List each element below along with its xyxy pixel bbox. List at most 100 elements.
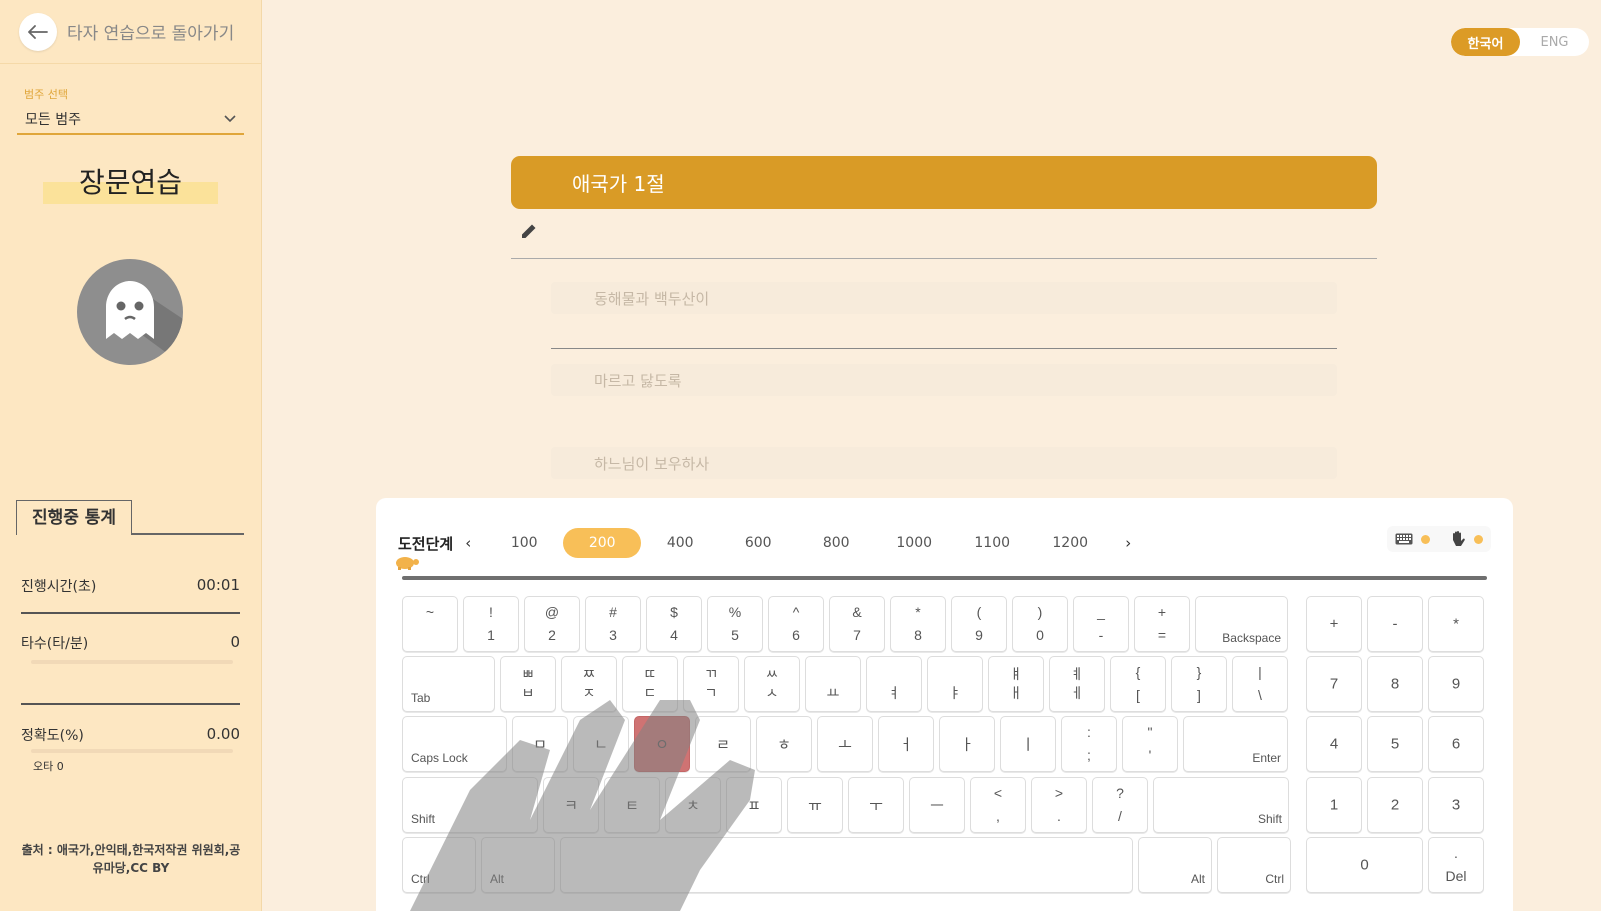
hand-toggle-dot[interactable] xyxy=(1474,534,1483,544)
key-space[interactable] xyxy=(560,837,1133,893)
key-home-3[interactable]: ㄹ xyxy=(695,716,751,772)
key-home-5[interactable]: ㅗ xyxy=(817,716,873,772)
source-text: 출처 : 애국가,안익태,한국저작권 위원회,공유마당,CC BY xyxy=(21,843,241,875)
key-ctrl-right[interactable]: Ctrl xyxy=(1217,837,1291,893)
key-alt-left[interactable]: Alt xyxy=(481,837,555,893)
numpad-key-7[interactable]: 5 xyxy=(1367,716,1423,772)
key-num-9[interactable]: (9 xyxy=(951,596,1007,652)
key-backspace[interactable]: Backspace xyxy=(1195,596,1288,652)
key-home-1[interactable]: ㄴ xyxy=(573,716,629,772)
key-top-2[interactable]: ㄸㄷ xyxy=(622,656,678,712)
numpad-key-10[interactable]: 2 xyxy=(1367,777,1423,833)
key-num-5[interactable]: % 5 xyxy=(707,596,763,652)
key-bottom-1[interactable]: ㅌ xyxy=(604,777,660,833)
numpad-key-2[interactable]: * xyxy=(1428,596,1484,652)
numpad-key-11[interactable]: 3 xyxy=(1428,777,1484,833)
key-ctrl-left[interactable]: Ctrl xyxy=(402,837,476,893)
key-home-punct-0[interactable]: :; xyxy=(1061,716,1117,772)
key-top-9[interactable]: ㅖㅔ xyxy=(1049,656,1105,712)
key-num-11[interactable]: _ - xyxy=(1073,596,1129,652)
key-top-11[interactable]: }] xyxy=(1171,656,1227,712)
key-shift-right[interactable]: Shift xyxy=(1153,777,1289,833)
key-home-2[interactable]: ㅇ xyxy=(634,716,690,772)
level-200[interactable]: 200 xyxy=(563,528,642,558)
ghost-icon xyxy=(106,281,183,365)
level-600[interactable]: 600 xyxy=(719,528,797,558)
numpad-key-6[interactable]: 4 xyxy=(1306,716,1362,772)
key-num-4[interactable]: $4 xyxy=(646,596,702,652)
back-button[interactable] xyxy=(19,12,57,51)
key-home-4[interactable]: ㅎ xyxy=(756,716,812,772)
mode-title: 장문연습 xyxy=(43,162,218,204)
numpad-key-0[interactable]: + xyxy=(1306,596,1362,652)
chevron-right-icon[interactable]: › xyxy=(1125,534,1131,552)
level-1000[interactable]: 1000 xyxy=(875,528,953,558)
numpad-key-5[interactable]: 9 xyxy=(1428,656,1484,712)
lang-english[interactable]: ENG xyxy=(1520,28,1589,56)
key-num-3[interactable]: #3 xyxy=(585,596,641,652)
key-top-10[interactable]: {[ xyxy=(1110,656,1166,712)
key-bottom-0[interactable]: ㅋ xyxy=(543,777,599,833)
key-num-8[interactable]: * 8 xyxy=(890,596,946,652)
level-1200[interactable]: 1200 xyxy=(1031,528,1109,558)
level-100[interactable]: 100 xyxy=(485,528,563,558)
numpad-key-4[interactable]: 8 xyxy=(1367,656,1423,712)
key-home-punct-1[interactable]: " ' xyxy=(1122,716,1178,772)
keyboard-icon[interactable] xyxy=(1395,533,1413,545)
key-num-7[interactable]: & 7 xyxy=(829,596,885,652)
key-top-4[interactable]: ㅆㅅ xyxy=(744,656,800,712)
key-home-8[interactable]: ㅣ xyxy=(1000,716,1056,772)
key-top-0[interactable]: ㅃㅂ xyxy=(500,656,556,712)
key-enter[interactable]: Enter xyxy=(1183,716,1288,772)
key-num-0[interactable]: ~ xyxy=(402,596,458,652)
keyboard-toggle-dot[interactable] xyxy=(1421,534,1430,544)
stat-accuracy: 정확도(%) 0.00 xyxy=(21,725,240,745)
key-top-8[interactable]: ㅒㅐ xyxy=(988,656,1044,712)
key-num-1[interactable]: ! 1 xyxy=(463,596,519,652)
level-1100[interactable]: 1100 xyxy=(953,528,1031,558)
key-top-5[interactable]: ㅛ xyxy=(805,656,861,712)
key-bottom-5[interactable]: ㅜ xyxy=(848,777,904,833)
key-top-3[interactable]: ㄲㄱ xyxy=(683,656,739,712)
key-tab[interactable]: Tab xyxy=(402,656,495,712)
key-home-7[interactable]: ㅏ xyxy=(939,716,995,772)
lang-korean[interactable]: 한국어 xyxy=(1451,28,1520,56)
key-home-6[interactable]: ㅓ xyxy=(878,716,934,772)
key-num-2[interactable]: @2 xyxy=(524,596,580,652)
back-row[interactable]: 타자 연습으로 돌아가기 xyxy=(0,0,261,64)
level-800[interactable]: 800 xyxy=(797,528,875,558)
key-top-6[interactable]: ㅕ xyxy=(866,656,922,712)
key-bottom-punct-2[interactable]: ? / xyxy=(1092,777,1148,833)
numpad-key-del[interactable]: . Del xyxy=(1428,837,1484,893)
key-top-7[interactable]: ㅑ xyxy=(927,656,983,712)
key-caps-lock[interactable]: Caps Lock xyxy=(402,716,507,772)
numpad-key-9[interactable]: 1 xyxy=(1306,777,1362,833)
key-home-0[interactable]: ㅁ xyxy=(512,716,568,772)
chevron-left-icon[interactable]: ‹ xyxy=(465,534,471,552)
key-bottom-4[interactable]: ㅠ xyxy=(787,777,843,833)
language-toggle[interactable]: 한국어 ENG xyxy=(1451,28,1589,56)
numpad-key-3[interactable]: 7 xyxy=(1306,656,1362,712)
level-400[interactable]: 400 xyxy=(641,528,719,558)
typing-input-line[interactable] xyxy=(511,258,1377,259)
hand-icon[interactable] xyxy=(1450,530,1466,548)
category-select[interactable]: 모든 범주 xyxy=(17,104,244,135)
key-top-1[interactable]: ㅉㅈ xyxy=(561,656,617,712)
time-value: 00:01 xyxy=(196,576,240,594)
key-bottom-punct-0[interactable]: <, xyxy=(970,777,1026,833)
numpad-key-8[interactable]: 6 xyxy=(1428,716,1484,772)
key-num-12[interactable]: + = xyxy=(1134,596,1190,652)
back-label[interactable]: 타자 연습으로 돌아가기 xyxy=(67,19,234,44)
key-bottom-punct-1[interactable]: >. xyxy=(1031,777,1087,833)
numpad-key-1[interactable]: - xyxy=(1367,596,1423,652)
numpad-key-0[interactable]: 0 xyxy=(1306,837,1423,893)
key-num-10[interactable]: ) 0 xyxy=(1012,596,1068,652)
key-alt-right[interactable]: Alt xyxy=(1138,837,1212,893)
speed-label: 타수(타/분) xyxy=(21,636,89,652)
key-top-12[interactable]: | \ xyxy=(1232,656,1288,712)
key-bottom-2[interactable]: ㅊ xyxy=(665,777,721,833)
key-bottom-3[interactable]: ㅍ xyxy=(726,777,782,833)
key-num-6[interactable]: ^ 6 xyxy=(768,596,824,652)
key-bottom-6[interactable]: ㅡ xyxy=(909,777,965,833)
key-shift-left[interactable]: Shift xyxy=(402,777,538,833)
